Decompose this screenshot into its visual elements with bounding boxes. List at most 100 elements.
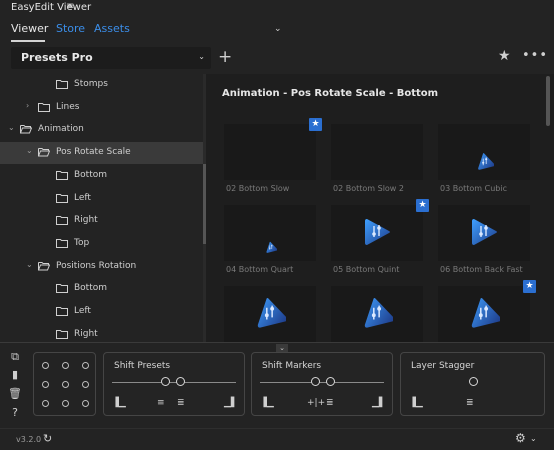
chevron-right-icon[interactable]: ›: [26, 101, 29, 110]
trash-icon[interactable]: 🗑: [8, 387, 22, 401]
align-left-icon[interactable]: ▐▁: [409, 398, 423, 408]
align-left-icon[interactable]: ▐▁: [112, 398, 126, 408]
preset-thumbnail: [438, 124, 530, 180]
align-right-icon[interactable]: ▁▌: [372, 398, 386, 408]
chevron-down-icon[interactable]: ⌄: [26, 260, 33, 269]
anchor-point[interactable]: [42, 381, 49, 388]
tree-item[interactable]: Bottom: [0, 278, 204, 300]
anchor-point[interactable]: [82, 362, 89, 369]
tree-item-label: Left: [74, 306, 91, 316]
tree-item[interactable]: Stomps: [0, 74, 204, 96]
tree-item-label: Bottom: [74, 169, 108, 180]
tree-item[interactable]: Top: [0, 233, 204, 255]
tree-item-label: Stomps: [74, 79, 108, 89]
layer-stagger-knob[interactable]: [469, 377, 478, 386]
tree-item[interactable]: Left: [0, 188, 204, 210]
tree-item[interactable]: Left: [0, 301, 204, 323]
clipboard-icon[interactable]: ▮: [8, 368, 22, 382]
tree-item-label: Lines: [56, 101, 80, 112]
shift-markers-track: [260, 382, 384, 383]
folder-icon: [56, 306, 68, 316]
shift-presets-knob-start[interactable]: [161, 377, 170, 386]
tab-bar: Viewer Store Assets ⌄: [0, 18, 554, 42]
version-label: v3.2.0: [16, 435, 42, 444]
align-stack-icon[interactable]: ≣: [177, 398, 185, 408]
chevron-down-icon[interactable]: ⌄: [8, 123, 15, 132]
tree-item[interactable]: Right: [0, 210, 204, 232]
chevron-down-icon[interactable]: ⌄: [26, 146, 33, 155]
preset-tile[interactable]: 06 Bottom Back Fast: [438, 205, 530, 281]
folder-open-icon: [38, 261, 50, 271]
layer-stagger-title: Layer Stagger: [411, 361, 475, 371]
anchor-point[interactable]: [42, 400, 49, 407]
preset-toolbar: Presets Pro ⌄ + ★ •••: [0, 46, 554, 72]
copy-icon[interactable]: ⧉: [8, 350, 22, 364]
gear-icon[interactable]: ⚙: [515, 431, 526, 445]
preset-tile[interactable]: 02 Bottom Slow ★: [224, 118, 322, 200]
preset-tile[interactable]: 02 Bottom Slow 2: [331, 124, 423, 200]
tree-item[interactable]: Bottom: [0, 165, 204, 187]
preset-tile[interactable]: [331, 286, 423, 342]
help-icon[interactable]: ?: [8, 406, 22, 420]
shift-markers-knob-end[interactable]: [326, 377, 335, 386]
grid-scrollbar[interactable]: [546, 76, 550, 126]
preset-tile[interactable]: ★: [438, 280, 536, 342]
anchor-point[interactable]: [82, 400, 89, 407]
align-right-icon[interactable]: ▁▌: [224, 398, 238, 408]
tab-viewer[interactable]: Viewer: [11, 22, 48, 35]
preset-tile[interactable]: [224, 286, 316, 342]
tree-item-label: Animation: [38, 124, 84, 135]
tree-item-label: Right: [74, 215, 98, 226]
favorite-badge-icon[interactable]: ★: [523, 280, 536, 293]
preset-thumbnail: [224, 124, 316, 180]
play-icon: [365, 219, 390, 245]
align-stack-icon[interactable]: ≣: [466, 398, 474, 408]
tree-item[interactable]: ⌄ Animation: [0, 119, 204, 141]
align-left-icon[interactable]: ▐▁: [260, 398, 274, 408]
tree-item[interactable]: › Lines: [0, 97, 204, 119]
folder-icon: [56, 170, 68, 180]
tab-assets[interactable]: Assets: [94, 22, 130, 35]
add-button[interactable]: +: [218, 47, 232, 67]
align-lines-icon[interactable]: ≡: [157, 398, 165, 408]
folder-icon: [56, 283, 68, 294]
preset-name: 04 Bottom Quart: [226, 265, 294, 274]
spread-icon[interactable]: +|+: [307, 398, 325, 408]
preset-thumbnail: [331, 286, 423, 342]
star-icon[interactable]: ★: [498, 48, 511, 64]
tree-item-label: Positions Rotation: [56, 260, 137, 271]
footer: v3.2.0 ↻ ⚙ ⌄: [0, 428, 554, 450]
anchor-point[interactable]: [62, 381, 69, 388]
shift-markers-knob-start[interactable]: [311, 377, 320, 386]
shift-presets-knob-end[interactable]: [176, 377, 185, 386]
anchor-point[interactable]: [62, 362, 69, 369]
folder-icon: [56, 329, 68, 339]
favorite-badge-icon[interactable]: ★: [309, 118, 322, 131]
anchor-grid: [33, 352, 96, 416]
preset-thumbnail: [224, 205, 316, 261]
preset-tile[interactable]: 04 Bottom Quart: [224, 205, 316, 281]
tree-item[interactable]: ⌄ Positions Rotation: [0, 256, 204, 278]
preset-tile[interactable]: 03 Bottom Cubic: [438, 124, 530, 200]
preset-select[interactable]: Presets Pro ⌄: [11, 47, 211, 69]
favorite-badge-icon[interactable]: ★: [416, 199, 429, 212]
more-options-icon[interactable]: •••: [522, 48, 548, 63]
preset-grid-panel: Animation - Pos Rotate Scale - Bottom 02…: [206, 74, 554, 342]
anchor-point[interactable]: [42, 362, 49, 369]
preset-name: 02 Bottom Slow: [226, 184, 290, 193]
preset-tile[interactable]: 05 Bottom Quint ★: [331, 199, 429, 281]
tree-item[interactable]: ⌄ Pos Rotate Scale: [0, 142, 204, 165]
anchor-point[interactable]: [62, 400, 69, 407]
chevron-down-icon[interactable]: ⌄: [274, 24, 282, 34]
tab-store[interactable]: Store: [56, 22, 85, 35]
refresh-icon[interactable]: ↻: [43, 432, 52, 445]
tree-item[interactable]: Right: [0, 324, 204, 342]
shift-presets-title: Shift Presets: [114, 361, 171, 371]
hamburger-icon[interactable]: ≡: [66, 1, 74, 12]
anchor-point[interactable]: [82, 381, 89, 388]
chevron-down-icon[interactable]: ⌄: [530, 434, 537, 443]
folder-icon: [56, 238, 68, 248]
tree-item-label: Pos Rotate Scale: [56, 147, 131, 158]
shift-markers-title: Shift Markers: [262, 361, 322, 371]
align-stack-icon[interactable]: ≣: [326, 398, 334, 408]
